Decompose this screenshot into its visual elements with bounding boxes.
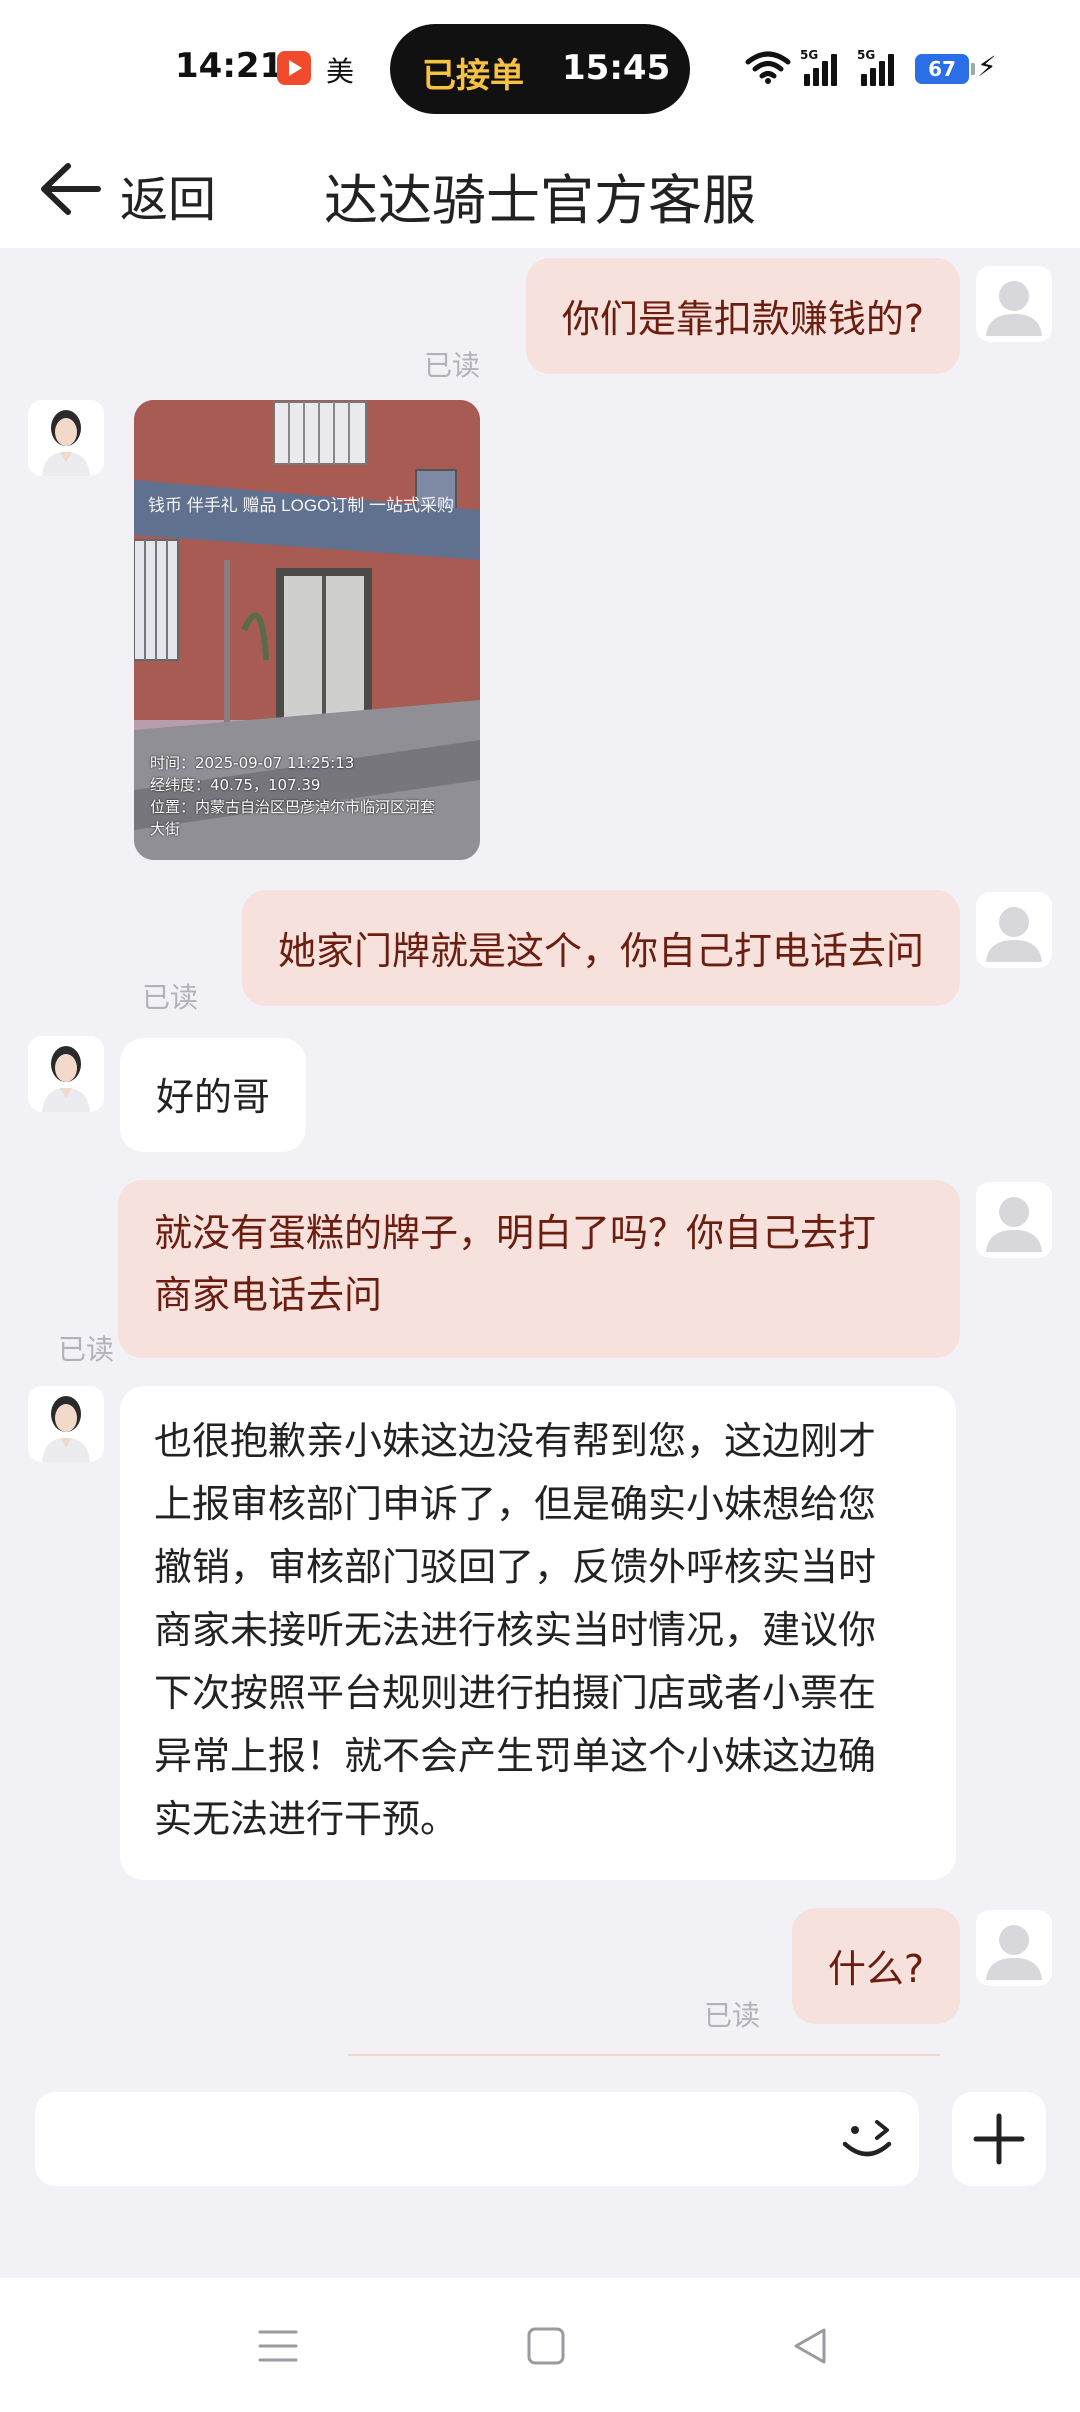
message-line: 下次按照平台规则进行拍摄门店或者小票在 <box>154 1671 877 1715</box>
agent-portrait-icon <box>28 1386 104 1462</box>
storefront-photo[interactable]: 钱币 伴手礼 赠品 LOGO订制 一站式采购 时间：2025-09-07 11:… <box>134 400 480 860</box>
order-time: 15:45 <box>562 48 671 88</box>
plus-icon <box>973 2113 1025 2165</box>
wifi-icon <box>745 51 791 84</box>
read-receipt: 已读 <box>142 981 199 1014</box>
back-triangle-icon[interactable] <box>790 2326 830 2366</box>
message-bubble-incoming[interactable]: 好的哥 <box>120 1038 307 1152</box>
default-avatar-icon <box>976 266 1052 342</box>
user-avatar[interactable] <box>976 892 1052 968</box>
user-avatar[interactable] <box>976 1910 1052 1986</box>
default-avatar-icon <box>976 1910 1052 1986</box>
read-receipt: 已读 <box>704 1999 761 2032</box>
signal-5g-icon-2: 5G <box>857 48 905 88</box>
message-line: 也很抱歉亲小妹这边没有帮到您，这边刚才 <box>154 1419 877 1463</box>
default-avatar-icon <box>976 892 1052 968</box>
page-title: 达达骑士官方客服 <box>324 169 756 232</box>
chat-list[interactable]: 你们是靠扣款赚钱的? 已读 钱币 伴手礼 赠品 LOGO订制 一站式采购 时间：… <box>0 248 1080 2048</box>
read-receipt: 已读 <box>58 1333 115 1366</box>
message-input[interactable] <box>35 2092 919 2186</box>
system-nav-bar <box>0 2278 1080 2412</box>
store-sign-text: 钱币 伴手礼 赠品 LOGO订制 一站式采购 <box>148 496 454 515</box>
message-bubble-incoming[interactable]: 也很抱歉亲小妹这边没有帮到您，这边刚才 上报审核部门申诉了，但是确实小妹想给您 … <box>120 1386 956 1880</box>
message-bubble-outgoing[interactable]: 什么? <box>791 1908 960 2024</box>
agent-avatar[interactable] <box>28 1386 104 1462</box>
message-line: 异常上报！就不会产生罚单这个小妹这边确 <box>154 1734 877 1778</box>
user-avatar[interactable] <box>976 1182 1052 1258</box>
agent-avatar[interactable] <box>28 400 104 476</box>
agent-portrait-icon <box>28 400 104 476</box>
video-app-icon <box>277 51 311 85</box>
meituan-app-icon: 美 <box>326 55 355 88</box>
divider <box>348 2054 940 2056</box>
charging-icon: ⚡ <box>977 50 997 83</box>
message-line: 商家未接听无法进行核实当时情况，建议你 <box>154 1608 877 1652</box>
user-avatar[interactable] <box>976 266 1052 342</box>
signal-5g-icon: 5G <box>800 48 848 88</box>
agent-avatar[interactable] <box>28 1036 104 1112</box>
message-line: 撤销，审核部门驳回了，反馈外呼核实当时 <box>154 1545 877 1589</box>
message-line: 就没有蛋糕的牌子，明白了吗？你自己去打 <box>154 1211 877 1255</box>
emoji-icon[interactable] <box>837 2112 897 2166</box>
default-avatar-icon <box>976 1182 1052 1258</box>
message-line: 实无法进行干预。 <box>154 1797 459 1841</box>
message-line: 上报审核部门申诉了，但是确实小妹想给您 <box>154 1482 877 1526</box>
plus-button[interactable] <box>952 2092 1046 2186</box>
input-area <box>0 2058 1080 2278</box>
message-bubble-outgoing[interactable]: 她家门牌就是这个，你自己打电话去问 <box>241 890 960 1006</box>
home-icon[interactable] <box>526 2326 566 2366</box>
nav-header: 返回 达达骑士官方客服 <box>0 130 1080 248</box>
menu-icon[interactable] <box>258 2328 298 2364</box>
status-time: 14:21 <box>175 46 284 86</box>
read-receipt: 已读 <box>424 349 481 382</box>
order-status-text: 已接单 <box>422 56 524 96</box>
message-bubble-outgoing[interactable]: 你们是靠扣款赚钱的? <box>525 258 960 374</box>
agent-portrait-icon <box>28 1036 104 1112</box>
battery-icon: 67 <box>915 54 975 84</box>
message-line: 商家电话去问 <box>154 1273 383 1317</box>
status-bar: 14:21 美 已接单 15:45 5G 5G 67 ⚡ <box>0 0 1080 130</box>
order-status-pill[interactable]: 已接单 15:45 <box>390 24 690 114</box>
message-bubble-outgoing[interactable]: 就没有蛋糕的牌子，明白了吗？你自己去打 商家电话去问 <box>118 1180 960 1358</box>
photo-watermark: 时间：2025-09-07 11:25:13 经纬度：40.75，107.39 … <box>150 754 436 838</box>
